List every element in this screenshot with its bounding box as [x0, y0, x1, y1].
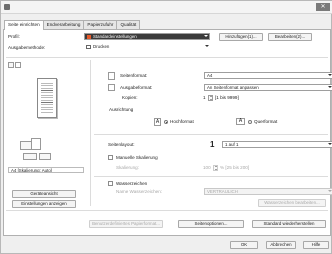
page-size-icon: [108, 72, 115, 80]
page-options-button[interactable]: Seitenoptionen...: [178, 220, 244, 228]
chevron-down-icon: [328, 190, 332, 192]
profile-label: Profil:: [8, 34, 20, 39]
preview-status: A4 [Skalierung: Auto]: [8, 167, 84, 173]
page-size-select[interactable]: A4: [204, 72, 332, 79]
page-preview: [37, 78, 57, 118]
preview-status-text: A4 [Skalierung: Auto]: [11, 168, 53, 173]
chevron-down-icon: [328, 86, 332, 88]
output-size-icon: [108, 84, 115, 91]
cancel-button[interactable]: Abbrechen: [266, 241, 296, 249]
page-size-value: A4: [207, 73, 213, 78]
restore-defaults-button[interactable]: Standard wiederherstellen: [252, 220, 326, 228]
output-method-select[interactable]: Drucken: [84, 44, 210, 51]
tab-page-setup[interactable]: Seite einrichten: [4, 20, 44, 30]
custom-paper-size-button[interactable]: Benutzerdefiniertes Papierformat...: [89, 220, 163, 228]
page-setup-panel: Profil: Standardeinstellungen Hinzufügen…: [3, 29, 332, 236]
copies-range: [1 bis 9999]: [215, 95, 239, 100]
scaling-stepper[interactable]: [213, 165, 218, 171]
watermark-name-label: Name Wasserzeichen:: [116, 189, 163, 194]
landscape-label: Querformat: [254, 119, 278, 124]
printer-icon: [4, 4, 10, 10]
orientation-label: Ausrichtung: [109, 107, 134, 112]
chevron-down-icon: [328, 74, 332, 76]
output-size-label: Ausgabeformat:: [120, 85, 153, 90]
profile-icon: [87, 34, 91, 39]
manual-scaling-label: Manuelle Skalierung: [116, 155, 158, 160]
staple-icon: [23, 153, 37, 160]
output-method-label: Ausgabemethode:: [8, 45, 46, 50]
page-layout-label: Seitenlayout:: [108, 142, 135, 147]
printer-properties-window: ✕ Seite einrichten Endverarbeitung Papie…: [0, 0, 332, 254]
print-icon: [86, 44, 91, 49]
landscape-radio[interactable]: [248, 120, 252, 124]
chevron-down-icon: [205, 45, 209, 47]
title-bar: ✕: [1, 1, 332, 14]
portrait-icon: A: [154, 118, 161, 126]
separator: [94, 176, 328, 177]
watermark-checkbox[interactable]: [108, 181, 113, 186]
copies-label: Kopien:: [122, 95, 138, 100]
ok-button[interactable]: OK: [230, 241, 258, 249]
preview-view-icon[interactable]: [8, 62, 14, 68]
output-size-value: An Seitenformat anpassen: [207, 85, 259, 90]
scaling-range: % [25 bis 200]: [220, 165, 250, 170]
separator: [94, 134, 328, 135]
profile-value: Standardeinstellungen: [93, 34, 137, 39]
watermark-label: Wasserzeichen: [116, 181, 148, 186]
copies-stepper[interactable]: [208, 95, 213, 101]
chevron-down-icon: [328, 143, 332, 145]
page-layout-value: 1 auf 1: [225, 142, 239, 147]
output-method-value: Drucken: [93, 44, 110, 49]
chevron-down-icon: [204, 35, 208, 37]
output-tray-icon: [31, 138, 41, 150]
scaling-input[interactable]: 100: [203, 165, 211, 171]
watermark-select[interactable]: VERTRAULICH: [204, 188, 332, 195]
page-layout-select[interactable]: 1 auf 1: [222, 141, 332, 148]
preview-lines: [41, 83, 53, 113]
show-settings-button[interactable]: Einstellungen anzeigen: [12, 200, 76, 208]
help-button[interactable]: Hilfe: [303, 241, 329, 249]
portrait-radio[interactable]: [164, 120, 168, 124]
copies-input[interactable]: 1: [203, 95, 206, 101]
tab-paper-source[interactable]: Papierzufuhr: [83, 20, 118, 29]
page-view-button[interactable]: Geräteansicht: [12, 190, 76, 198]
separator: [6, 210, 328, 211]
output-size-select[interactable]: An Seitenformat anpassen: [204, 84, 332, 91]
vertical-divider: [90, 60, 91, 206]
duplex-icon: [39, 153, 51, 160]
profile-select[interactable]: Standardeinstellungen: [84, 33, 210, 40]
tab-strip: Seite einrichten Endverarbeitung Papierz…: [4, 20, 141, 30]
preview-settings-icon[interactable]: [15, 62, 21, 68]
tab-finishing[interactable]: Endverarbeitung: [42, 20, 85, 29]
watermark-value: VERTRAULICH: [207, 189, 238, 194]
scaling-label: Skalierung:: [116, 165, 139, 170]
page-layout-count: 1: [210, 140, 215, 149]
edit-profile-button[interactable]: Bearbeiten(2)...: [268, 32, 312, 41]
close-button[interactable]: ✕: [316, 3, 330, 11]
separator: [6, 57, 328, 58]
page-size-label: Seitenformat:: [120, 73, 148, 78]
landscape-icon: A: [236, 118, 245, 125]
tab-quality[interactable]: Qualität: [116, 20, 141, 29]
portrait-label: Hochformat: [170, 119, 194, 124]
manual-scaling-checkbox[interactable]: [108, 155, 113, 160]
add-profile-button[interactable]: Hinzufügen(1)...: [219, 32, 263, 41]
edit-watermark-button[interactable]: Wasserzeichen bearbeiten...: [258, 199, 326, 207]
